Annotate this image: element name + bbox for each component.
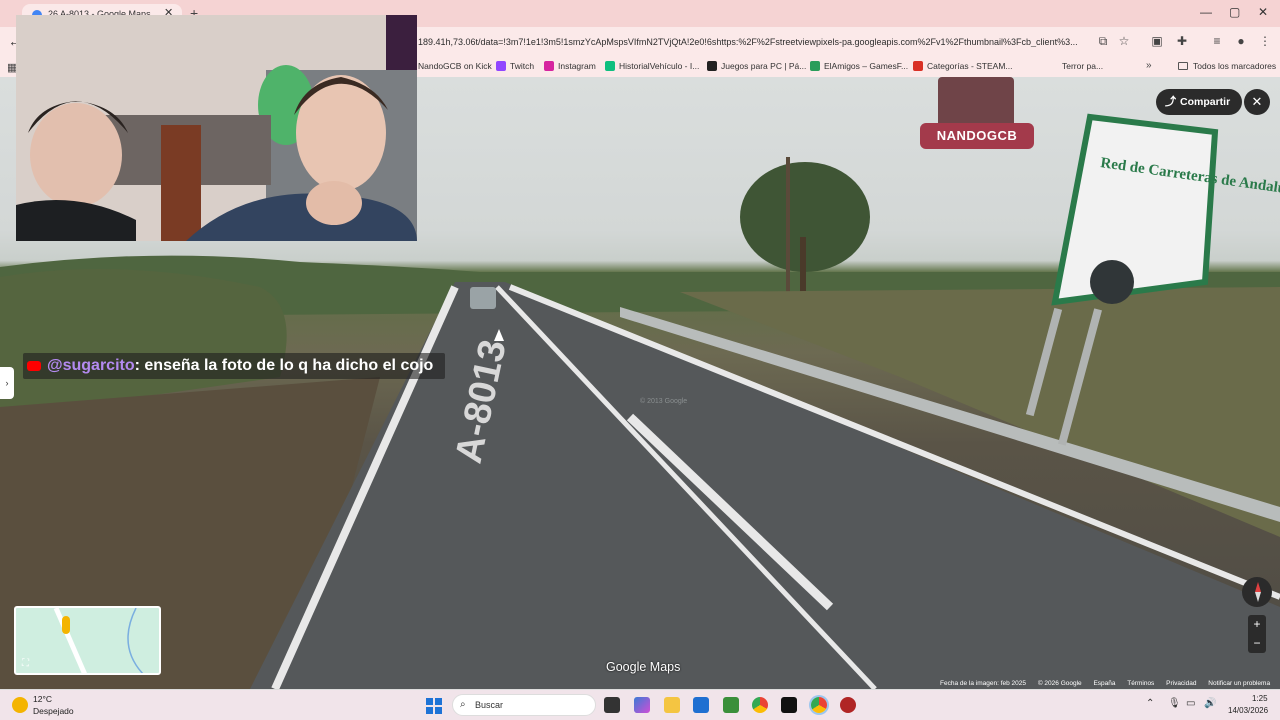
search-icon: ⌕	[460, 699, 466, 710]
bookmark-historial[interactable]: HistorialVehículo - I...	[605, 61, 699, 71]
webcam-overlay	[16, 15, 417, 241]
image-date: Fecha de la imagen: feb 2025	[940, 680, 1027, 687]
weather-moon-icon[interactable]	[12, 697, 28, 713]
file-explorer-icon[interactable]	[664, 697, 680, 713]
minimap-roads	[53, 608, 144, 673]
weather-description[interactable]: Despejado	[33, 706, 74, 716]
bookmark-kick[interactable]: NandoGCB on Kick	[418, 61, 492, 71]
obs-icon[interactable]	[840, 697, 856, 713]
twitch-icon	[496, 61, 506, 71]
restore-button[interactable]: ▢	[1229, 5, 1240, 19]
tiktok-icon[interactable]	[781, 697, 797, 713]
windows-taskbar: 12°C Despejado ⌕ Buscar ⌃ 🎙 ▭ 🔊 1:25 14/…	[0, 689, 1280, 720]
gamepad-icon	[810, 61, 820, 71]
bookmark-steam[interactable]: Categorías - STEAM...	[913, 61, 1013, 71]
task-view-icon[interactable]	[604, 697, 620, 713]
chat-username: @sugarcito	[47, 357, 135, 374]
stream-watermark: NANDOGCB	[920, 77, 1034, 157]
minimize-button[interactable]: —	[1200, 5, 1212, 19]
chat-message: @sugarcito: enseña la foto de lo q ha di…	[23, 353, 446, 379]
install-app-icon[interactable]: ⧉	[1096, 34, 1110, 48]
terms-link[interactable]: Términos	[1127, 680, 1154, 687]
zoom-controls: + −	[1248, 615, 1266, 653]
copyright: © 2026 Google	[1037, 680, 1082, 687]
mouse-cursor-icon	[494, 329, 504, 341]
bookmarks-overflow-icon[interactable]: »	[1146, 60, 1152, 71]
media-control-icon[interactable]: ≡	[1210, 34, 1224, 48]
distant-car	[470, 287, 496, 309]
webcam-feed	[16, 15, 417, 241]
clock-date[interactable]: 14/03/2026	[1228, 706, 1268, 715]
utility-pole	[786, 157, 790, 297]
taskbar-search[interactable]: ⌕ Buscar	[452, 694, 596, 716]
folder-icon	[1178, 62, 1188, 70]
profile-avatar-icon[interactable]: ●	[1234, 34, 1248, 48]
start-button[interactable]	[426, 698, 442, 714]
road-sign	[1051, 113, 1219, 306]
menu-dots-icon[interactable]: ⋮	[1258, 34, 1272, 48]
chat-text: : enseña la foto de lo q ha dicho el coj…	[134, 357, 434, 374]
copilot-icon[interactable]	[634, 697, 650, 713]
youtube-icon	[27, 361, 41, 371]
extension-icon[interactable]: ▣	[1150, 34, 1164, 48]
puzzle-icon[interactable]: ✚	[1175, 34, 1189, 48]
region-link[interactable]: España	[1093, 680, 1115, 687]
copyright-overlay: © 2013 Google	[640, 397, 687, 405]
share-icon: ⤴	[1165, 96, 1176, 108]
tray-overflow-icon[interactable]: ⌃	[1146, 698, 1154, 709]
expand-map-icon[interactable]: ⛶	[22, 658, 29, 669]
bookmark-twitch[interactable]: Twitch	[496, 61, 534, 71]
pegman-icon	[62, 616, 70, 634]
historial-icon	[605, 61, 615, 71]
bookmark-juegos[interactable]: Juegos para PC | Pá...	[707, 61, 806, 71]
window-close-button[interactable]: ✕	[1258, 5, 1268, 19]
zoom-in-button[interactable]: +	[1248, 615, 1266, 634]
side-panel-toggle[interactable]: ›	[0, 367, 14, 399]
juegos-icon	[707, 61, 717, 71]
microphone-icon[interactable]: 🎙	[1168, 698, 1181, 709]
bookmark-star-icon[interactable]: ☆	[1117, 34, 1131, 48]
weather-temperature[interactable]: 12°C	[33, 694, 52, 704]
privacy-link[interactable]: Privacidad	[1166, 680, 1196, 687]
bookmark-elamigos[interactable]: ElAmigos – GamesF...	[810, 61, 908, 71]
minimap[interactable]: ⛶	[14, 606, 161, 675]
address-bar[interactable]: 189.41h,73.06t/data=!3m7!1e1!3m5!1smzYcA…	[418, 37, 1086, 47]
compass-icon[interactable]	[1242, 577, 1272, 607]
network-icon[interactable]: ▭	[1186, 698, 1195, 709]
close-streetview-button[interactable]: ✕	[1244, 89, 1270, 115]
bookmark-instagram[interactable]: Instagram	[544, 61, 596, 71]
watermark-dog-image	[938, 77, 1014, 129]
chrome-active-icon[interactable]	[811, 697, 827, 713]
steam-icon	[913, 61, 923, 71]
google-maps-logo: Google Maps	[606, 660, 681, 674]
zoom-out-button[interactable]: −	[1248, 634, 1266, 653]
bookmark-terror[interactable]: Terror pa...	[1062, 61, 1103, 71]
share-button[interactable]: ⤴ Compartir	[1156, 89, 1243, 115]
clock-time[interactable]: 1:25	[1252, 694, 1268, 703]
all-bookmarks-button[interactable]: Todos los marcadores	[1178, 61, 1276, 71]
watermark-label: NANDOGCB	[920, 123, 1034, 149]
map-footer: Fecha de la imagen: feb 2025 © 2026 Goog…	[940, 680, 1280, 689]
chrome-icon[interactable]	[752, 697, 768, 713]
instagram-icon	[544, 61, 554, 71]
volume-icon[interactable]: 🔊	[1204, 698, 1216, 709]
report-problem-link[interactable]: Notificar un problema	[1208, 680, 1270, 687]
store-icon[interactable]	[693, 697, 709, 713]
app-icon[interactable]	[723, 697, 739, 713]
